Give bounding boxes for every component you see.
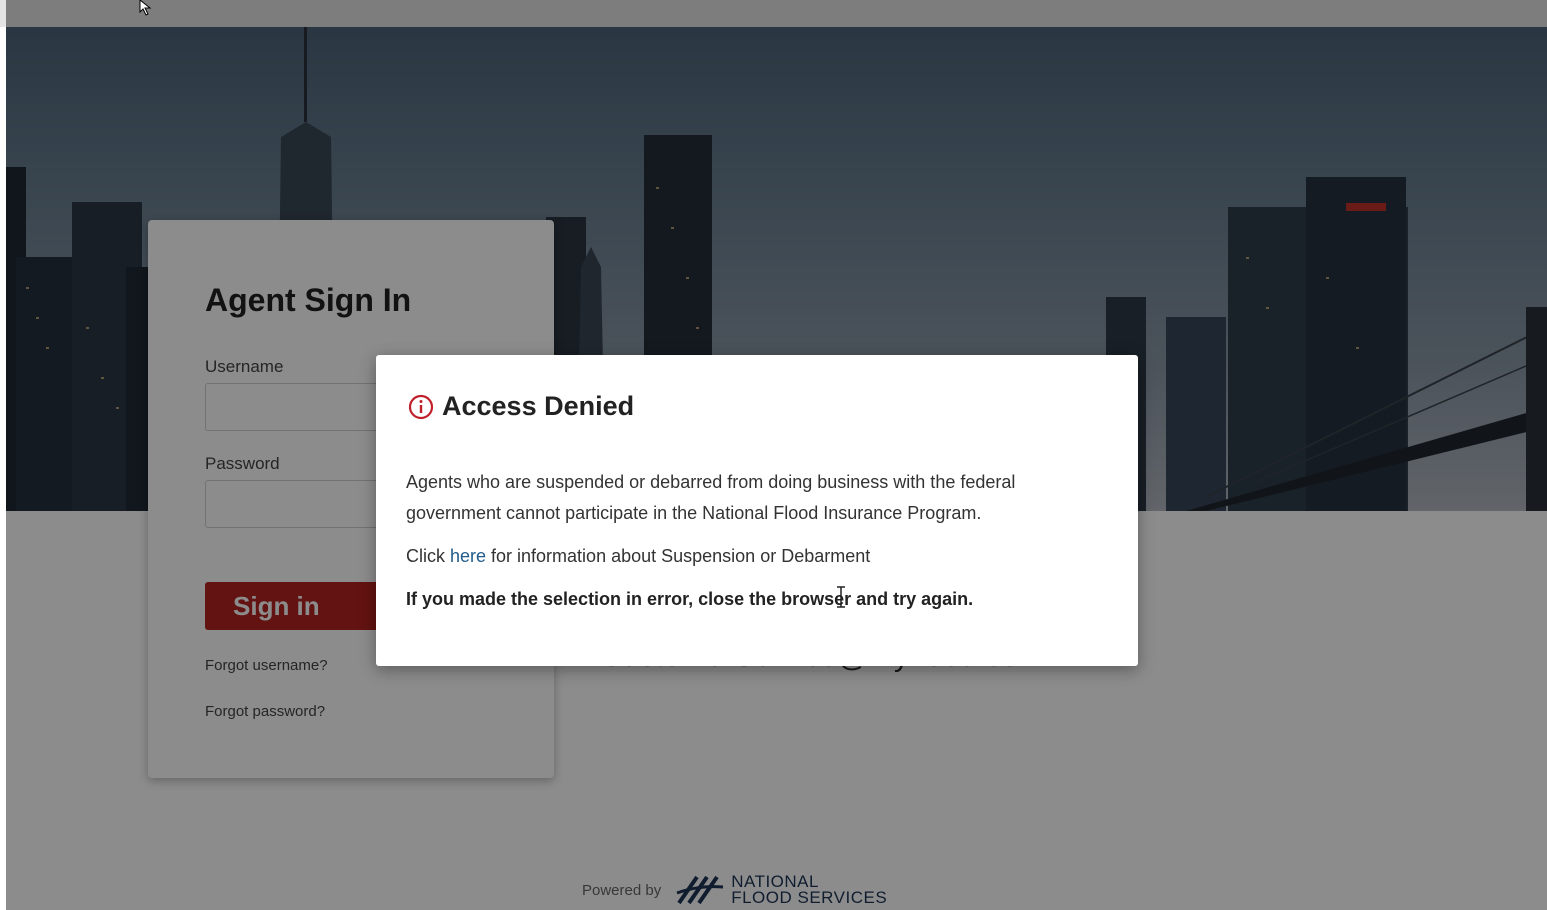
click-suffix: for information about Suspension or Deba…: [486, 546, 871, 566]
dialog-body: Agents who are suspended or debarred fro…: [406, 467, 1106, 627]
dialog-title: Access Denied: [442, 391, 635, 421]
dialog-message: Agents who are suspended or debarred fro…: [406, 472, 1016, 523]
click-prefix: Click: [406, 546, 450, 566]
access-denied-dialog: Access Denied Agents who are suspended o…: [376, 355, 1138, 666]
mouse-pointer-icon: [139, 0, 152, 16]
dialog-header: Access Denied: [408, 391, 634, 422]
text-cursor-icon: [837, 586, 845, 608]
dialog-warning: If you made the selection in error, clos…: [406, 589, 974, 609]
dialog-info-line: Click here for information about Suspens…: [406, 541, 1106, 572]
info-circle-icon: [408, 394, 434, 419]
suspension-info-link[interactable]: here: [450, 546, 486, 566]
screen: CustomerService@myflood.com Agent Sign I…: [0, 0, 1547, 910]
